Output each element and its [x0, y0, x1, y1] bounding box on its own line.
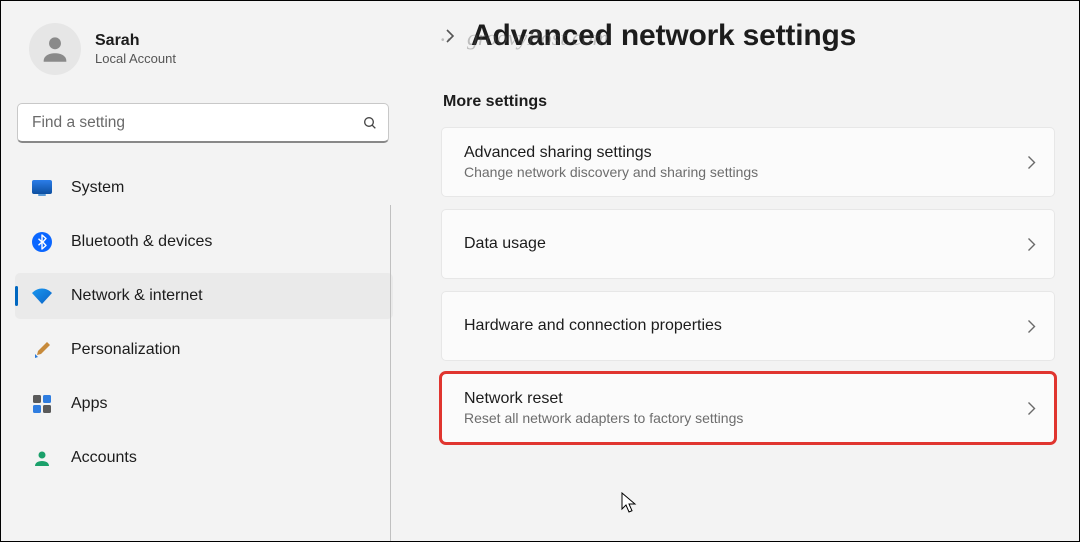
profile-name: Sarah — [95, 32, 176, 50]
accounts-icon — [31, 447, 53, 469]
search-icon — [362, 115, 378, 131]
sidebar-item-label: Personalization — [71, 341, 180, 359]
sidebar-item-label: System — [71, 179, 124, 197]
sidebar-item-network[interactable]: Network & internet — [15, 273, 393, 319]
sidebar-item-accounts[interactable]: Accounts — [15, 435, 393, 481]
page-title: Advanced network settings — [471, 19, 856, 53]
paintbrush-icon — [31, 339, 53, 361]
bluetooth-icon — [31, 231, 53, 253]
sidebar-scrollbar[interactable] — [390, 205, 391, 541]
profile-block[interactable]: Sarah Local Account — [15, 19, 393, 95]
sidebar-item-apps[interactable]: Apps — [15, 381, 393, 427]
sidebar-item-label: Apps — [71, 395, 107, 413]
sidebar-item-bluetooth[interactable]: Bluetooth & devices — [15, 219, 393, 265]
sidebar: Sarah Local Account System — [1, 1, 401, 541]
avatar — [29, 23, 81, 75]
apps-icon — [31, 393, 53, 415]
section-header: More settings — [443, 93, 1055, 111]
sidebar-item-label: Bluetooth & devices — [71, 233, 212, 251]
sidebar-item-label: Network & internet — [71, 287, 203, 305]
card-hardware-props[interactable]: Hardware and connection properties — [441, 291, 1055, 361]
chevron-right-icon — [1027, 319, 1036, 334]
card-sub: Change network discovery and sharing set… — [464, 164, 758, 180]
nav: System Bluetooth & devices Network & int… — [15, 165, 393, 489]
search-input-wrap[interactable] — [17, 103, 389, 143]
sidebar-item-personalization[interactable]: Personalization — [15, 327, 393, 373]
card-title: Network reset — [464, 390, 743, 408]
sidebar-item-label: Accounts — [71, 449, 137, 467]
sidebar-item-system[interactable]: System — [15, 165, 393, 211]
profile-sub: Local Account — [95, 51, 176, 66]
card-data-usage[interactable]: Data usage — [441, 209, 1055, 279]
main: Advanced network settings More settings … — [401, 1, 1079, 541]
card-network-reset[interactable]: Network reset Reset all network adapters… — [441, 373, 1055, 443]
card-title: Hardware and connection properties — [464, 317, 722, 335]
chevron-right-icon — [1027, 401, 1036, 416]
card-sub: Reset all network adapters to factory se… — [464, 410, 743, 426]
wifi-icon — [31, 285, 53, 307]
card-title: Data usage — [464, 235, 546, 253]
chevron-right-icon — [1027, 237, 1036, 252]
search-input[interactable] — [32, 114, 362, 132]
system-icon — [31, 177, 53, 199]
chevron-right-icon — [1027, 155, 1036, 170]
card-title: Advanced sharing settings — [464, 144, 758, 162]
watermark-dots: • • — [441, 35, 451, 46]
card-advanced-sharing[interactable]: Advanced sharing settings Change network… — [441, 127, 1055, 197]
